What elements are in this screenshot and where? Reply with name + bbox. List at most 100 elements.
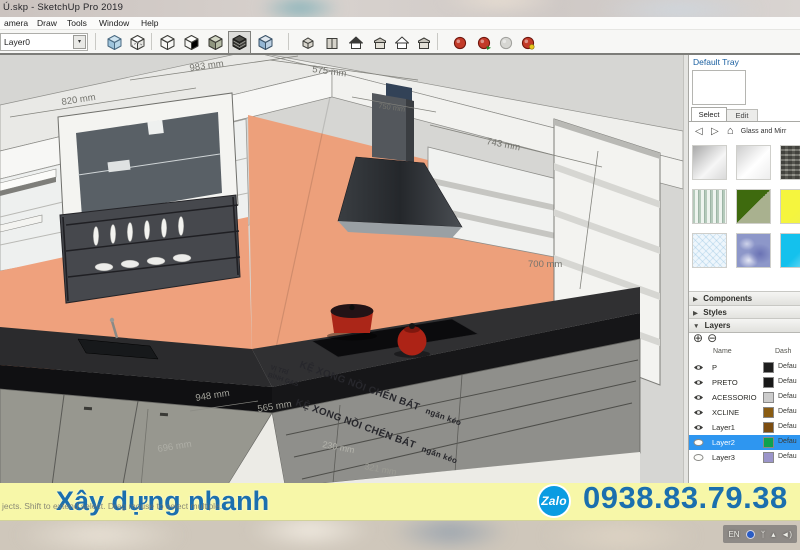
monochrome-cube-icon xyxy=(258,35,273,50)
arrow-up-icon[interactable]: ▴ xyxy=(771,530,775,539)
menu-item-camera[interactable]: amera xyxy=(4,18,28,28)
layers-header-row: Name Dash xyxy=(689,348,800,358)
material-swatch[interactable] xyxy=(736,145,771,180)
layer-dash[interactable]: Defau xyxy=(778,453,797,460)
material-swatch[interactable] xyxy=(736,233,771,268)
face-style-back-edges-button[interactable] xyxy=(126,31,149,54)
component-ghost-icon xyxy=(499,36,512,49)
network-icon[interactable]: ᛉ xyxy=(761,530,766,539)
layer-dash[interactable]: Defau xyxy=(778,423,797,430)
layer-color-swatch[interactable] xyxy=(763,362,774,373)
layer-color-swatch[interactable] xyxy=(763,392,774,403)
material-swatch[interactable] xyxy=(692,189,727,224)
layer-color-swatch[interactable] xyxy=(763,422,774,433)
view-back-button[interactable] xyxy=(320,31,343,54)
face-style-shaded-button[interactable] xyxy=(204,31,227,54)
bottom-strip-background xyxy=(0,520,800,550)
material-swatch[interactable] xyxy=(780,145,800,180)
language-indicator[interactable]: EN xyxy=(728,530,739,539)
add-layer-icon[interactable]: ⊕ xyxy=(693,331,707,345)
home-view-icon xyxy=(394,36,409,49)
tray-section-components[interactable]: ▶ Components xyxy=(689,291,800,306)
layer-dash[interactable]: Defau xyxy=(778,438,797,445)
left-view-icon xyxy=(417,37,430,49)
column-dash[interactable]: Dash xyxy=(775,348,791,355)
menu-item-tools[interactable]: Tools xyxy=(67,18,87,28)
layer-row-selected[interactable]: Layer2 Defau xyxy=(689,435,800,450)
view-home-button[interactable] xyxy=(390,31,413,54)
layer-color-swatch[interactable] xyxy=(763,452,774,463)
face-style-shaded-textures-button[interactable] xyxy=(228,31,251,54)
layer-color-swatch[interactable] xyxy=(763,407,774,418)
layer-dash[interactable]: Defau xyxy=(778,378,797,385)
layer-row[interactable]: ACESSORIO Defau xyxy=(689,390,800,405)
menu-item-draw[interactable]: Draw xyxy=(37,18,57,28)
back-arrow-icon[interactable]: ◁ xyxy=(695,126,703,137)
layers-list: P Defau PRETO Defau ACESSORIO Defau XCLI… xyxy=(689,360,800,465)
material-swatch[interactable] xyxy=(692,145,727,180)
layer-color-swatch[interactable] xyxy=(763,437,774,448)
materials-nav-row: ◁ ▷ ⌂ Glass and Mirr xyxy=(689,125,800,141)
component-red-icon xyxy=(453,36,466,49)
component-paint-button[interactable] xyxy=(516,31,539,54)
visibility-eye-icon[interactable] xyxy=(693,408,704,419)
top-view-icon xyxy=(373,37,386,49)
tab-edit[interactable]: Edit xyxy=(726,109,758,121)
remove-layer-icon[interactable]: ⊖ xyxy=(707,331,721,345)
component-red-button[interactable] xyxy=(448,31,471,54)
component-add-button[interactable] xyxy=(472,31,495,54)
layer-row[interactable]: P Defau xyxy=(689,360,800,375)
visibility-eye-off-icon[interactable] xyxy=(693,438,704,449)
title-bar[interactable]: Ú.skp - SketchUp Pro 2019 xyxy=(0,0,800,17)
xray-cube-icon xyxy=(107,35,122,50)
dimension-label: 700 mm xyxy=(528,259,562,270)
component-ghost-button[interactable] xyxy=(494,31,517,54)
layer-dash[interactable]: Defau xyxy=(778,393,797,400)
face-style-wireframe-button[interactable] xyxy=(156,31,179,54)
layer-dash[interactable]: Defau xyxy=(778,408,797,415)
face-style-xray-button[interactable] xyxy=(103,31,126,54)
menu-item-window[interactable]: Window xyxy=(99,18,129,28)
model-viewport[interactable]: 820 mm 983 mm 575 mm 750 mm 743 mm 700 m… xyxy=(0,55,683,501)
layer-tools: ⊕⊖ xyxy=(693,331,721,345)
volume-icon[interactable]: ◄) xyxy=(781,530,792,539)
visibility-eye-icon[interactable] xyxy=(693,363,704,374)
section-label: Layers xyxy=(704,321,731,330)
face-style-monochrome-button[interactable] xyxy=(254,31,277,54)
material-collection-label[interactable]: Glass and Mirr xyxy=(741,128,787,135)
layer-dash[interactable]: Defau xyxy=(778,363,797,370)
visibility-eye-icon[interactable] xyxy=(693,378,704,389)
menu-bar: amera Draw Tools Window Help xyxy=(0,17,800,30)
view-top-button[interactable] xyxy=(368,31,391,54)
material-swatch[interactable] xyxy=(692,233,727,268)
layer-combo[interactable]: Layer0 ▾ xyxy=(0,33,88,51)
view-front-button[interactable] xyxy=(344,31,367,54)
visibility-eye-icon[interactable] xyxy=(693,423,704,434)
tab-select[interactable]: Select xyxy=(691,107,727,121)
tray-preview-box xyxy=(692,70,746,105)
menu-item-help[interactable]: Help xyxy=(141,18,158,28)
forward-arrow-icon[interactable]: ▷ xyxy=(711,126,719,137)
layer-row[interactable]: Layer3 Defau xyxy=(689,450,800,465)
face-style-hidden-line-button[interactable] xyxy=(180,31,203,54)
material-swatch[interactable] xyxy=(780,233,800,268)
view-left-button[interactable] xyxy=(412,31,435,54)
layer-row[interactable]: XCLINE Defau xyxy=(689,405,800,420)
ime-icon[interactable] xyxy=(745,529,755,539)
layer-name: P xyxy=(712,363,718,372)
material-swatch[interactable] xyxy=(780,189,800,224)
view-iso-button[interactable] xyxy=(296,31,319,54)
visibility-eye-icon[interactable] xyxy=(693,393,704,404)
layer-row[interactable]: Layer1 Defau xyxy=(689,420,800,435)
main-toolbar: Layer0 ▾ xyxy=(0,30,800,55)
column-name[interactable]: Name xyxy=(713,348,732,355)
toolbar-separator xyxy=(288,33,289,50)
layer-color-swatch[interactable] xyxy=(763,377,774,388)
visibility-eye-off-icon[interactable] xyxy=(693,453,704,464)
layer-row[interactable]: PRETO Defau xyxy=(689,375,800,390)
chevron-down-icon[interactable]: ▾ xyxy=(73,35,86,49)
in-model-home-icon[interactable]: ⌂ xyxy=(727,125,734,137)
bottom-strip: EN ᛉ ▴ ◄) xyxy=(0,520,800,550)
material-swatch[interactable] xyxy=(736,189,771,224)
iso-view-icon xyxy=(302,37,313,49)
